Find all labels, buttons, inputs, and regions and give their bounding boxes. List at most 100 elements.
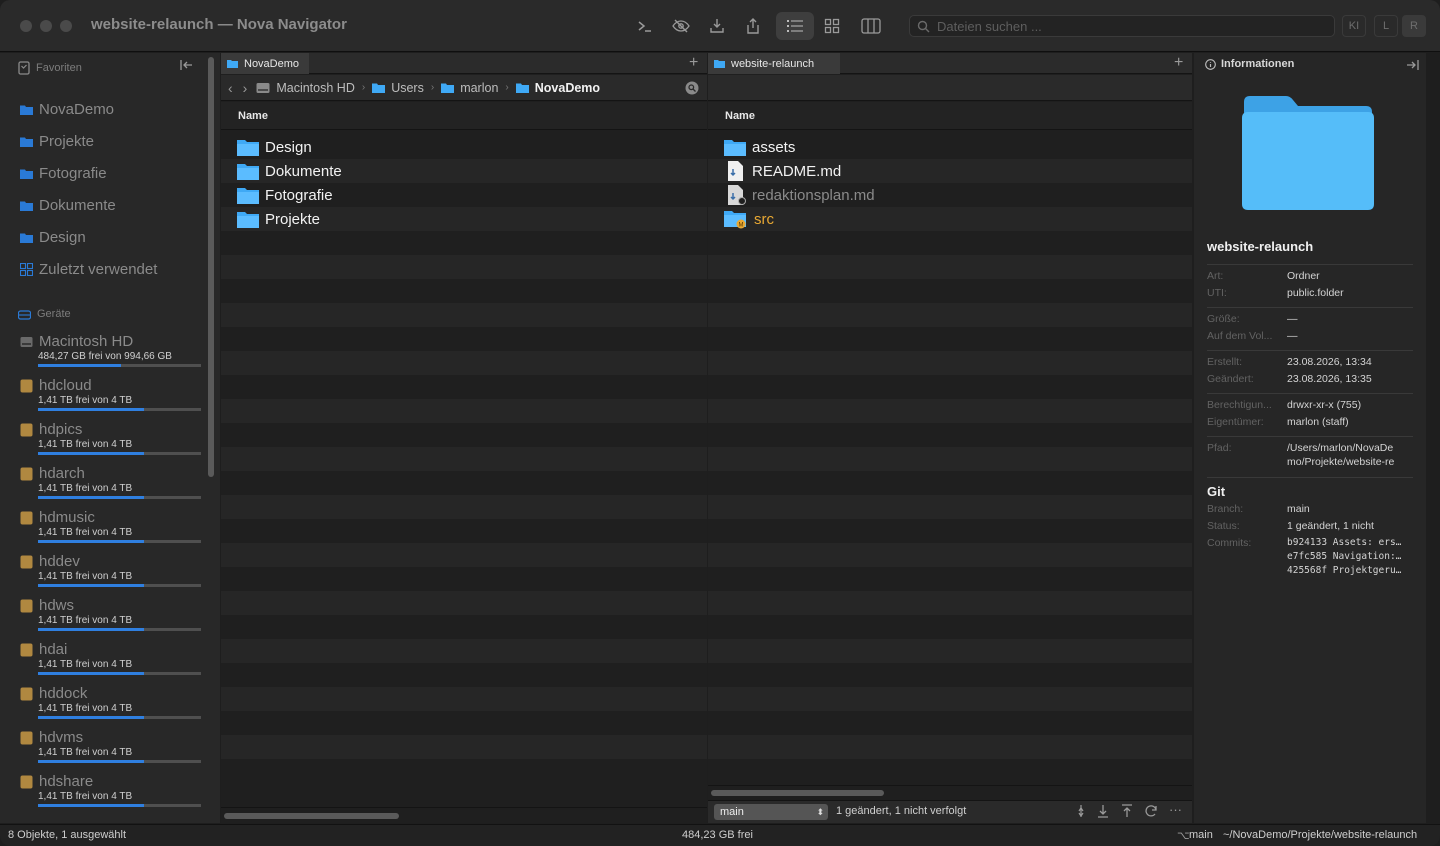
right-path-bar <box>708 75 1192 101</box>
search-field[interactable]: Dateien suchen ... <box>909 15 1335 37</box>
folder-icon <box>237 164 259 180</box>
commit-item[interactable]: b924133 Assets: ers… <box>1287 537 1401 548</box>
zoom-window-button[interactable] <box>60 20 72 32</box>
list-item[interactable]: Fotografie <box>221 183 707 207</box>
breadcrumb-item[interactable]: Macintosh HD <box>276 81 355 95</box>
breadcrumb-current[interactable]: NovaDemo <box>535 81 600 95</box>
device-hdws[interactable]: hdws 1,41 TB frei von 4 TB <box>20 597 202 631</box>
sidebar-item-design[interactable]: Design <box>20 229 86 246</box>
column-view-button[interactable] <box>857 12 885 40</box>
git-refresh-button[interactable] <box>1144 804 1158 818</box>
folder-icon <box>227 60 238 68</box>
footer-path: ~/NovaDemo/Projekte/website-relaunch <box>1223 829 1418 841</box>
name-column-header[interactable]: Name <box>708 102 1192 130</box>
back-button[interactable]: ‹ <box>228 80 233 96</box>
folder-icon <box>515 83 529 93</box>
branch-select[interactable]: main ⬍ <box>714 804 828 820</box>
external-disk-icon <box>20 555 33 568</box>
sidebar-item-fotografie[interactable]: Fotografie <box>20 165 107 182</box>
share-button[interactable] <box>739 12 767 40</box>
name-column-header[interactable]: Name <box>221 102 707 130</box>
breadcrumb-item[interactable]: marlon <box>460 81 498 95</box>
external-disk-icon <box>20 379 33 392</box>
git-status-text: 1 geändert, 1 nicht verfolgt <box>836 805 967 817</box>
terminal-button[interactable] <box>631 12 659 40</box>
download-button[interactable] <box>703 12 731 40</box>
left-h-scroll-track[interactable] <box>221 807 707 823</box>
right-h-scrollbar[interactable] <box>711 790 884 796</box>
tab-novademo[interactable]: NovaDemo <box>221 53 310 74</box>
right-pane-button[interactable]: R <box>1402 15 1426 37</box>
info-panel: Informationen website-relaunch Art: Ordne… <box>1194 53 1426 823</box>
close-info-button[interactable] <box>1405 59 1419 71</box>
device-hdshare[interactable]: hdshare 1,41 TB frei von 4 TB <box>20 773 202 807</box>
path-search-button[interactable] <box>685 81 699 95</box>
sidebar-item-recent[interactable]: Zuletzt verwendet <box>20 261 157 278</box>
tab-website-relaunch[interactable]: website-relaunch <box>708 53 841 74</box>
list-item[interactable]: Dokumente <box>221 159 707 183</box>
title-bar: website-relaunch — Nova Navigator Dateie… <box>0 0 1440 52</box>
folder-icon <box>237 188 259 204</box>
commit-item[interactable]: 425568f Projektgeru… <box>1287 565 1401 576</box>
info-icon <box>1205 58 1216 70</box>
search-icon <box>917 20 930 33</box>
sidebar: Favoriten NovaDemo Projekte Fotografie D… <box>0 53 220 823</box>
external-disk-icon <box>20 687 33 700</box>
list-item[interactable]: Projekte <box>221 207 707 231</box>
git-more-button[interactable]: ··· <box>1169 802 1182 817</box>
breadcrumb-item[interactable]: Users <box>391 81 424 95</box>
grid-view-button[interactable] <box>818 12 846 40</box>
app-window: website-relaunch — Nova Navigator Dateie… <box>0 0 1440 846</box>
list-item-modified[interactable]: Msrc <box>708 207 1192 231</box>
commit-item[interactable]: e7fc585 Navigation:… <box>1287 551 1401 562</box>
refresh-icon <box>1145 805 1157 817</box>
sidebar-item-novademo[interactable]: NovaDemo <box>20 101 114 118</box>
new-tab-button[interactable]: + <box>689 54 698 72</box>
device-hdcloud[interactable]: hdcloud 1,41 TB frei von 4 TB <box>20 377 202 411</box>
device-hdpics[interactable]: hdpics 1,41 TB frei von 4 TB <box>20 421 202 455</box>
device-hddev[interactable]: hddev 1,41 TB frei von 4 TB <box>20 553 202 587</box>
git-pull-button[interactable] <box>1097 804 1109 818</box>
search-placeholder: Dateien suchen ... <box>937 19 1042 34</box>
device-macintosh-hd[interactable]: Macintosh HD 484,27 GB frei von 994,66 G… <box>20 333 202 367</box>
info-path[interactable]: /Users/marlon/NovaDe <box>1287 442 1393 454</box>
list-item[interactable]: README.md <box>708 159 1192 183</box>
device-hddock[interactable]: hddock 1,41 TB frei von 4 TB <box>20 685 202 719</box>
list-item-untracked[interactable]: redaktionsplan.md <box>708 183 1192 207</box>
minimize-window-button[interactable] <box>40 20 52 32</box>
close-window-button[interactable] <box>20 20 32 32</box>
sidebar-item-dokumente[interactable]: Dokumente <box>20 197 116 214</box>
hidden-files-toggle[interactable] <box>667 12 695 40</box>
breadcrumb: ‹ › Macintosh HD › Users › marlon › Nova… <box>221 75 707 101</box>
list-item[interactable]: assets <box>708 135 1192 159</box>
right-file-list: assets README.md redaktionsplan.md Msrc <box>708 135 1192 759</box>
git-fetch-button[interactable] <box>1076 804 1086 818</box>
new-tab-button[interactable]: + <box>1174 54 1183 72</box>
device-hdmusic[interactable]: hdmusic 1,41 TB frei von 4 TB <box>20 509 202 543</box>
internal-disk-icon <box>20 336 33 347</box>
left-h-scrollbar[interactable] <box>224 813 399 819</box>
status-bar: 8 Objekte, 1 ausgewählt 484,23 GB frei ⌥… <box>0 824 1440 846</box>
list-view-button[interactable] <box>776 12 814 40</box>
forward-button[interactable]: › <box>243 80 248 96</box>
ki-button[interactable]: KI <box>1342 15 1366 37</box>
grid-icon <box>824 18 840 34</box>
git-push-button[interactable] <box>1121 804 1133 818</box>
collapse-sidebar-button[interactable] <box>180 59 194 71</box>
folder-icon <box>20 105 33 115</box>
sidebar-item-projekte[interactable]: Projekte <box>20 133 94 150</box>
recent-grid-icon <box>20 263 33 276</box>
storage-bar <box>38 496 201 499</box>
right-pane: website-relaunch + Name assets README.md… <box>708 53 1192 823</box>
device-hdarch[interactable]: hdarch 1,41 TB frei von 4 TB <box>20 465 202 499</box>
left-pane-button[interactable]: L <box>1374 15 1398 37</box>
device-hdvms[interactable]: hdvms 1,41 TB frei von 4 TB <box>20 729 202 763</box>
left-file-list: Design Dokumente Fotografie Projekte <box>221 135 707 783</box>
external-disk-icon <box>20 775 33 788</box>
device-hdai[interactable]: hdai 1,41 TB frei von 4 TB <box>20 641 202 675</box>
internal-disk-icon <box>256 82 270 93</box>
sidebar-scrollbar[interactable] <box>208 57 214 477</box>
list-item[interactable]: Design <box>221 135 707 159</box>
folder-icon <box>237 212 259 228</box>
right-h-scroll-track[interactable] <box>708 785 1192 800</box>
